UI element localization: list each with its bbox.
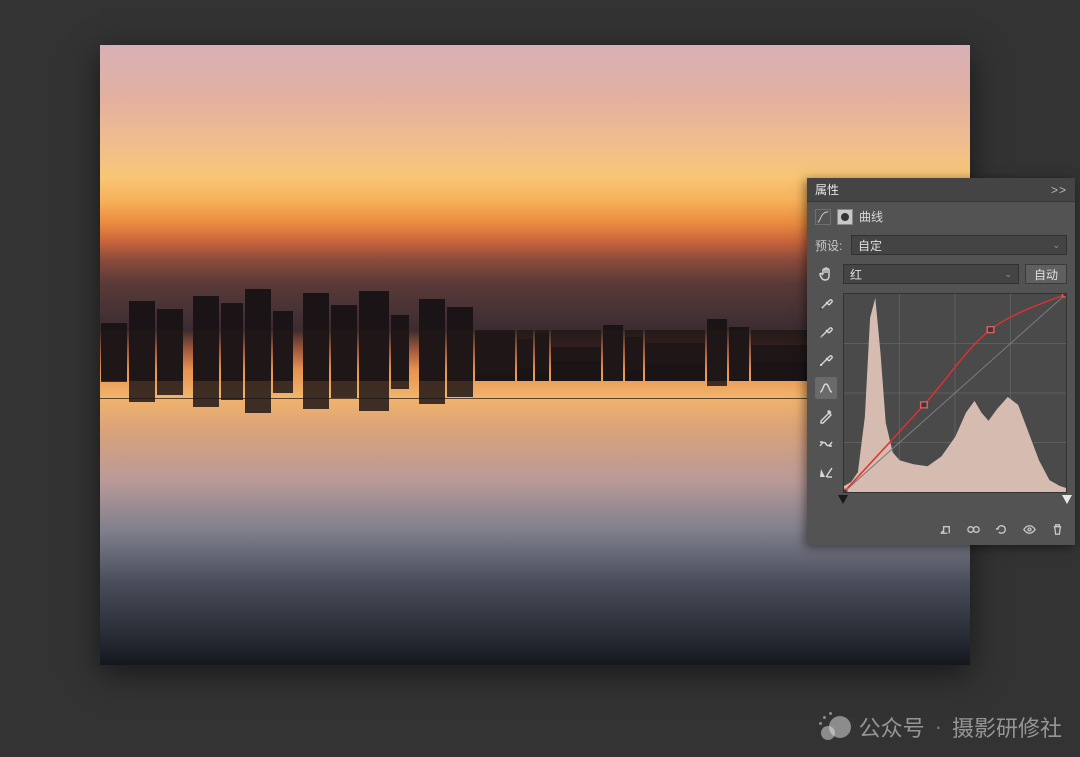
- preset-value: 自定: [858, 237, 882, 254]
- pencil-icon[interactable]: [815, 405, 837, 427]
- eyedropper-gray-icon[interactable]: [815, 321, 837, 343]
- adjustment-type-label: 曲线: [859, 208, 883, 225]
- curve-point[interactable]: [844, 489, 847, 492]
- curves-tool-column: [815, 293, 837, 509]
- watermark-name: 摄影研修社: [952, 711, 1062, 743]
- preset-row: 预设: 自定 ⌄: [807, 231, 1075, 259]
- auto-button[interactable]: 自动: [1025, 264, 1067, 284]
- watermark-separator: ·: [935, 714, 942, 740]
- curve-icon[interactable]: [815, 377, 837, 399]
- curves-adjustment-icon: [815, 209, 831, 225]
- panel-title: 属性: [815, 181, 839, 198]
- curve-point[interactable]: [1063, 294, 1066, 297]
- channel-row: 红 ⌄ 自动: [807, 259, 1075, 289]
- adjustment-type-row: 曲线: [807, 202, 1075, 231]
- chevron-down-icon: ⌄: [1004, 269, 1012, 280]
- curves-graph-area[interactable]: [843, 293, 1067, 509]
- eyedropper-black-icon[interactable]: [815, 293, 837, 315]
- curves-body: [807, 289, 1075, 517]
- panel-footer: [807, 517, 1075, 545]
- channel-value: 红: [850, 266, 862, 283]
- eyedropper-white-icon[interactable]: [815, 349, 837, 371]
- input-slider-track[interactable]: [843, 495, 1067, 509]
- smooth-icon[interactable]: [815, 433, 837, 455]
- preset-label: 预设:: [815, 237, 845, 254]
- chevron-down-icon: ⌄: [1052, 240, 1060, 251]
- wechat-icon: [819, 712, 849, 742]
- visibility-icon[interactable]: [1021, 521, 1037, 537]
- channel-select[interactable]: 红 ⌄: [843, 264, 1019, 284]
- hand-icon[interactable]: [815, 263, 837, 285]
- curves-histogram[interactable]: [843, 293, 1067, 493]
- properties-panel: 属性 >> 曲线 预设: 自定 ⌄ 红 ⌄ 自动: [807, 178, 1075, 545]
- black-point-slider[interactable]: [838, 495, 848, 504]
- preset-select[interactable]: 自定 ⌄: [851, 235, 1067, 255]
- clip-icon[interactable]: [937, 521, 953, 537]
- watermark: 公众号 · 摄影研修社: [819, 711, 1062, 743]
- warning-icon[interactable]: [815, 461, 837, 483]
- white-point-slider[interactable]: [1062, 495, 1072, 504]
- layer-mask-icon: [837, 209, 853, 225]
- panel-header: 属性 >>: [807, 178, 1075, 202]
- watermark-prefix: 公众号: [859, 711, 925, 743]
- trash-icon[interactable]: [1049, 521, 1065, 537]
- curve-point[interactable]: [921, 402, 928, 408]
- reset-icon[interactable]: [993, 521, 1009, 537]
- link-icon[interactable]: [965, 521, 981, 537]
- curve-point[interactable]: [987, 327, 994, 333]
- panel-collapse-button[interactable]: >>: [1051, 183, 1067, 197]
